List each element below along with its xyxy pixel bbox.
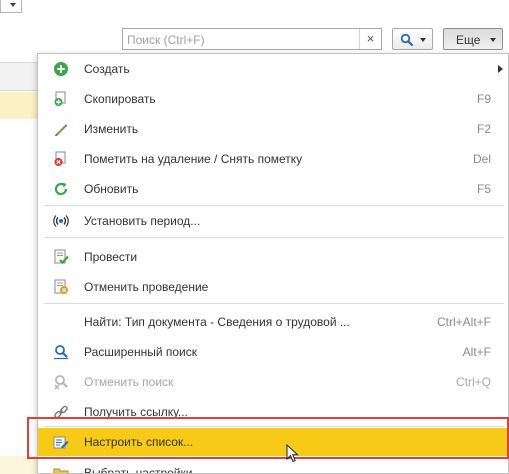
menu-separator (44, 237, 504, 238)
search-placeholder: Поиск (Ctrl+F) (127, 33, 205, 47)
chevron-down-icon (490, 38, 496, 42)
menu-item-label: Обновить (84, 182, 139, 196)
menu-item-shortcut: F2 (476, 122, 491, 136)
menu-item-create[interactable]: Создать (38, 55, 508, 83)
menu-item-shortcut: F5 (476, 182, 491, 196)
menu-item-cancel-search[interactable]: Отменить поиск Ctrl+Q (38, 368, 508, 396)
menu-item-label: Скопировать (84, 92, 156, 106)
more-button[interactable]: Еще (443, 28, 503, 50)
more-menu: Создать Скопировать F9 Изменить F2 Помет… (37, 53, 509, 474)
edit-icon (55, 124, 68, 136)
menu-item-shortcut: Ctrl+Q (455, 375, 491, 389)
menu-item-label: Расширенный поиск (84, 345, 197, 359)
menu-item-edit[interactable]: Изменить F2 (38, 115, 508, 143)
advanced-search-icon (54, 345, 68, 360)
mouse-cursor-icon (286, 444, 299, 463)
menu-item-label: Отменить поиск (84, 375, 174, 389)
menu-item-advanced-search[interactable]: Расширенный поиск Alt+F (38, 338, 508, 366)
menu-separator (44, 303, 504, 304)
menu-item-copy[interactable]: Скопировать F9 (38, 85, 508, 113)
delete-mark-icon (54, 151, 66, 166)
search-button[interactable] (392, 28, 433, 50)
chevron-right-icon (498, 65, 503, 73)
create-icon (54, 62, 68, 76)
menu-item-shortcut: Ctrl+Alt+F (436, 315, 491, 329)
menu-item-label: Пометить на удаление / Снять пометку (84, 152, 303, 166)
menu-item-label: Отменить проведение (84, 280, 209, 294)
background-dropdown-button[interactable] (0, 0, 22, 13)
cancel-search-icon (54, 375, 68, 390)
copy-icon (54, 91, 66, 106)
clear-search-button[interactable]: × (359, 29, 381, 49)
search-input[interactable]: Поиск (Ctrl+F) × (122, 28, 382, 50)
menu-item-unpost[interactable]: Отменить проведение (38, 273, 508, 301)
highlight-annotation-frame (27, 417, 509, 459)
menu-item-label: Создать (84, 62, 130, 76)
menu-item-label: Выбрать настройки... (84, 466, 203, 474)
background-selected-row[interactable] (0, 92, 40, 119)
menu-item-shortcut: Alt+F (462, 345, 491, 359)
menu-item-label: Провести (84, 250, 138, 264)
background-table-header (0, 62, 40, 91)
search-icon (400, 33, 414, 47)
menu-item-label: Установить период... (84, 214, 201, 228)
menu-item-post[interactable]: Провести (38, 243, 508, 271)
select-settings-icon (53, 468, 69, 473)
refresh-icon (54, 182, 68, 196)
period-icon (53, 215, 69, 227)
unpost-icon (54, 279, 68, 294)
chevron-down-icon (10, 3, 16, 7)
menu-item-refresh[interactable]: Обновить F5 (38, 175, 508, 203)
menu-item-find[interactable]: Найти: Тип документа - Сведения о трудов… (38, 308, 508, 336)
chevron-down-icon (420, 38, 426, 42)
more-button-label: Еще (456, 33, 481, 47)
menu-item-mark-delete[interactable]: Пометить на удаление / Снять пометку Del (38, 145, 508, 173)
menu-item-shortcut: F9 (476, 92, 491, 106)
menu-item-label: Найти: Тип документа - Сведения о трудов… (84, 315, 350, 329)
menu-item-select-settings[interactable]: Выбрать настройки... (38, 459, 508, 474)
menu-item-set-period[interactable]: Установить период... (38, 207, 508, 235)
post-icon (54, 249, 69, 265)
menu-item-shortcut: Del (472, 152, 491, 166)
menu-separator (44, 205, 504, 206)
menu-item-label: Изменить (84, 122, 139, 136)
